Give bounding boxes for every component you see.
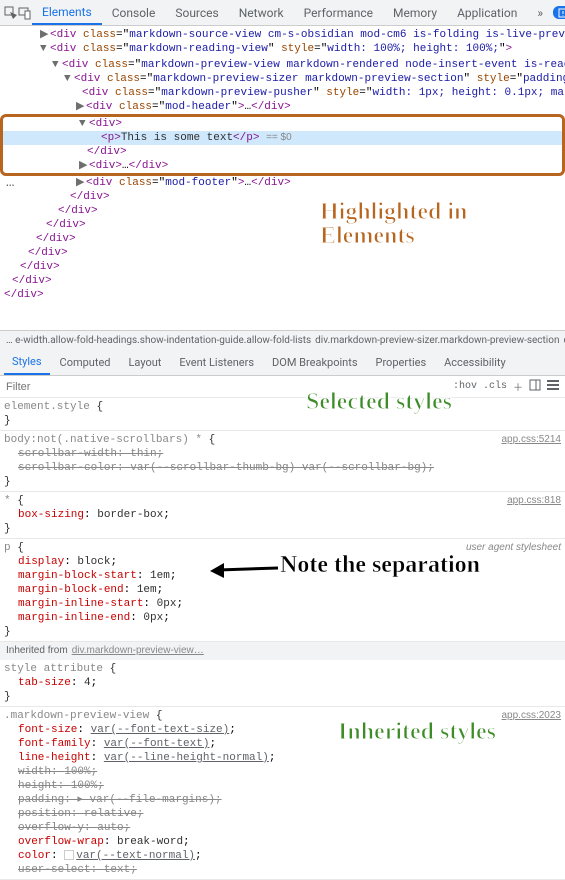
new-style-icon[interactable]: ＋ [513,379,523,394]
tabs-overflow[interactable]: » [527,0,553,25]
source-link[interactable]: app.css:5214 [502,433,562,447]
more-indicator: … [6,176,15,190]
tab-console[interactable]: Console [102,0,166,25]
selector[interactable]: * [4,495,11,507]
ua-label: user agent stylesheet [466,541,561,555]
disclosure-icon[interactable]: ▶ [76,100,86,114]
cls-toggle[interactable]: .cls [483,381,507,392]
crumb-item[interactable]: div.markdown-preview-sizer.markdown-prev… [315,335,559,346]
selector[interactable]: element.style [4,401,90,413]
breadcrumb[interactable]: … e-width.allow-fold-headings.show-inden… [0,330,565,350]
tab-network[interactable]: Network [229,0,294,25]
styles-tab-dom-breakpoints[interactable]: DOM Breakpoints [264,350,365,375]
device-toolbar-icon[interactable] [18,1,32,25]
elements-tree[interactable]: ▶<div class="markdown-source-view cm-s-o… [0,26,565,330]
disclosure-icon[interactable]: ▶ [79,159,89,173]
tab-memory[interactable]: Memory [383,0,447,25]
disclosure-icon[interactable]: ▼ [64,72,74,86]
tab-sources[interactable]: Sources [165,0,228,25]
highlight-box: ▼<div> <p>This is some text</p> == $0 </… [0,114,565,176]
dollar-zero: == $0 [266,132,292,143]
styles-menu-icon[interactable] [547,380,559,393]
devtools-tabs: Elements Console Sources Network Perform… [32,0,553,25]
crumb-item[interactable]: … e-width.allow-fold-headings.show-inden… [6,335,311,346]
source-link[interactable]: app.css:818 [507,494,561,508]
disclosure-icon[interactable]: ▼ [40,42,50,56]
selected-element[interactable]: <p>This is some text</p> == $0 [3,131,562,145]
tab-application[interactable]: Application [447,0,527,25]
source-link[interactable]: app.css:2023 [502,709,562,723]
inspect-element-icon[interactable] [4,1,18,25]
selector[interactable]: body:not(.native-scrollbars) * [4,434,202,446]
selector[interactable]: .markdown-preview-view [4,710,149,722]
selector[interactable]: p [4,542,11,554]
styles-tab-styles[interactable]: Styles [4,350,50,375]
disclosure-icon[interactable]: ▼ [79,117,89,131]
disclosure-icon[interactable]: ▶ [40,28,50,42]
tab-elements[interactable]: Elements [32,0,102,25]
styles-sidebar-icon[interactable] [529,379,541,394]
disclosure-icon[interactable]: ▶ [76,176,86,190]
styles-tab-layout[interactable]: Layout [121,350,170,375]
styles-tab-accessibility[interactable]: Accessibility [436,350,514,375]
disclosure-icon[interactable]: ▼ [52,58,62,72]
inherited-separator: Inherited from div.markdown-preview-view… [0,642,565,660]
inherited-link[interactable]: div.markdown-preview-view… [72,644,204,658]
hov-toggle[interactable]: :hov [453,381,477,392]
class-attr: markdown-source-view cm-s-obsidian mod-c… [129,29,565,41]
styles-tab-event-listeners[interactable]: Event Listeners [171,350,262,375]
styles-tab-computed[interactable]: Computed [52,350,119,375]
styles-filter-input[interactable] [6,381,453,393]
tab-performance[interactable]: Performance [294,0,383,25]
styles-tab-properties[interactable]: Properties [368,350,435,375]
styles-panel[interactable]: element.style { } app.css:5214 body:not(… [0,398,565,880]
color-swatch-icon[interactable] [64,850,74,860]
selector[interactable]: style attribute [4,663,103,675]
issues-badge[interactable]: 1 [553,6,565,19]
